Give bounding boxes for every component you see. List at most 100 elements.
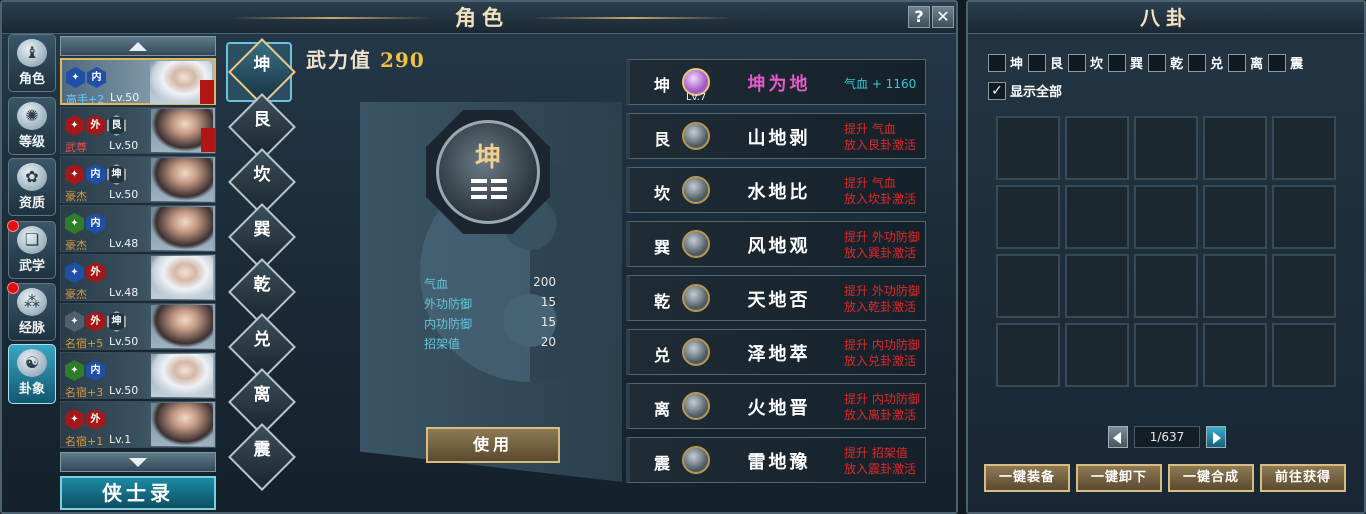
hero-card[interactable]: ✦ 内坤豪杰 Lv.50 bbox=[60, 156, 216, 203]
inventory-slot[interactable] bbox=[1272, 254, 1336, 318]
roster-button[interactable]: 侠士录 bbox=[60, 476, 216, 510]
hexagram-row[interactable]: 震 雷地豫 提升 招架值 放入震卦激活 bbox=[626, 437, 926, 483]
hero-badge: ✦ bbox=[65, 311, 84, 332]
hero-badge: ✦ bbox=[65, 360, 84, 381]
nav-tab-1[interactable]: ✺ 等级 bbox=[8, 97, 56, 155]
hero-badge: 内 bbox=[86, 213, 105, 234]
nav-tab-4[interactable]: ⁂ 经脉 bbox=[7, 282, 56, 341]
trigram-tab[interactable]: 震 bbox=[228, 423, 296, 491]
hexagram-trigram: 震 bbox=[654, 454, 671, 473]
roster-scroll-up-button[interactable] bbox=[60, 36, 216, 56]
hexagram-slot-icon[interactable]: Lv.7 bbox=[682, 68, 710, 103]
hero-portrait bbox=[151, 403, 213, 446]
nav-tab-2[interactable]: ✿ 资质 bbox=[8, 158, 56, 216]
filter-checkbox[interactable] bbox=[1268, 53, 1287, 72]
hero-badge: 坤 bbox=[107, 311, 126, 332]
inventory-slot[interactable] bbox=[1272, 116, 1336, 180]
hero-level: Lv.50 bbox=[109, 384, 139, 397]
martial-arts-icon: ❏ bbox=[17, 226, 47, 254]
use-button[interactable]: 使用 bbox=[426, 427, 560, 463]
hexagram-effect: 提升 内功防御 bbox=[844, 338, 920, 352]
inventory-slot[interactable] bbox=[1203, 323, 1267, 387]
hexagram-trigram: 坎 bbox=[654, 184, 671, 203]
inventory-slot[interactable] bbox=[996, 185, 1060, 249]
hero-card[interactable]: ✦ 外艮武尊 Lv.50 bbox=[60, 107, 216, 154]
inventory-slot[interactable] bbox=[1272, 185, 1336, 249]
hero-card[interactable]: ✦ 内高手+2 Lv.50 bbox=[60, 58, 216, 106]
inventory-slot[interactable] bbox=[996, 116, 1060, 180]
inventory-slot[interactable] bbox=[1134, 254, 1198, 318]
hero-card[interactable]: ✦ 外豪杰 Lv.48 bbox=[60, 254, 216, 301]
stat-list: 气血 200 外功防御 15 内功防御 15 招架值 20 bbox=[424, 275, 556, 355]
hexagram-slot-level: Lv.7 bbox=[686, 92, 707, 103]
hexagram-row[interactable]: 离 火地晋 提升 内功防御 放入离卦激活 bbox=[626, 383, 926, 429]
arrow-up-icon bbox=[129, 42, 147, 51]
arrow-right-icon bbox=[1213, 432, 1221, 444]
hexagram-row[interactable]: 兑 泽地萃 提升 内功防御 放入兑卦激活 bbox=[626, 329, 926, 375]
selected-trigram-emblem: 坤 bbox=[436, 120, 540, 224]
hero-level: Lv.50 bbox=[110, 91, 140, 104]
unequip-all-button[interactable]: 一键卸下 bbox=[1076, 464, 1162, 492]
inventory-slot[interactable] bbox=[1272, 323, 1336, 387]
inventory-slot[interactable] bbox=[1065, 254, 1129, 318]
hexagram-row[interactable]: 艮 山地剥 提升 气血 放入艮卦激活 bbox=[626, 113, 926, 159]
inventory-slot[interactable] bbox=[1065, 323, 1129, 387]
filter-checkbox[interactable] bbox=[1148, 53, 1167, 72]
hexagram-slot-icon[interactable] bbox=[682, 446, 710, 474]
hero-card[interactable]: ✦ 外名宿+1 Lv.1 bbox=[60, 401, 216, 448]
nav-tab-label: 等级 bbox=[18, 135, 45, 150]
hexagram-row[interactable]: 坎 水地比 提升 气血 放入坎卦激活 bbox=[626, 167, 926, 213]
hexagram-slot-icon[interactable] bbox=[682, 392, 710, 420]
hexagram-slot-icon[interactable] bbox=[682, 338, 710, 366]
hexagram-slot-icon[interactable] bbox=[682, 122, 710, 150]
hero-rank: 名宿+1 bbox=[65, 435, 104, 448]
prev-page-button[interactable] bbox=[1108, 426, 1128, 448]
filter-checkbox[interactable] bbox=[1228, 53, 1247, 72]
inventory-slot[interactable] bbox=[1134, 185, 1198, 249]
inventory-slot[interactable] bbox=[996, 323, 1060, 387]
roster-scroll-down-button[interactable] bbox=[60, 452, 216, 472]
show-all-toggle[interactable]: ✓ 显示全部 bbox=[988, 80, 1188, 100]
hexagram-slot-icon[interactable] bbox=[682, 284, 710, 312]
inventory-slot[interactable] bbox=[1203, 116, 1267, 180]
hexagram-row[interactable]: 乾 天地否 提升 外功防御 放入乾卦激活 bbox=[626, 275, 926, 321]
hexagram-slot-icon[interactable] bbox=[682, 176, 710, 204]
bagua-inventory-panel: 八卦 坤 艮 坎 巽 乾 兑 离 震 ✓ 显示全部 1/637 一键装备 一键卸下 一键合成 前往获得 bbox=[966, 0, 1366, 514]
equip-all-button[interactable]: 一键装备 bbox=[984, 464, 1070, 492]
close-button[interactable]: ✕ bbox=[932, 6, 954, 28]
obtain-button[interactable]: 前往获得 bbox=[1260, 464, 1346, 492]
filter-checkbox[interactable] bbox=[1068, 53, 1087, 72]
trigram-tab-label: 巽 bbox=[253, 220, 271, 240]
filter-checkbox[interactable] bbox=[1188, 53, 1207, 72]
filter-checkbox[interactable] bbox=[988, 53, 1006, 72]
inventory-slot[interactable] bbox=[1203, 254, 1267, 318]
help-button[interactable]: ? bbox=[908, 6, 930, 28]
nav-tab-5[interactable]: ☯ 卦象 bbox=[8, 344, 56, 404]
nav-tab-3[interactable]: ❏ 武学 bbox=[7, 220, 56, 279]
nav-tab-0[interactable]: ♝ 角色 bbox=[8, 34, 56, 92]
filter-checkbox[interactable] bbox=[1028, 53, 1047, 72]
hexagram-trigram: 离 bbox=[654, 400, 671, 419]
trigram-tab-label: 坎 bbox=[253, 165, 271, 185]
hero-card[interactable]: ✦ 内名宿+3 Lv.50 bbox=[60, 352, 216, 399]
inventory-slot[interactable] bbox=[1134, 116, 1198, 180]
inventory-slot[interactable] bbox=[1134, 323, 1198, 387]
nav-tab-label: 武学 bbox=[18, 259, 45, 274]
stat-row: 外功防御 15 bbox=[424, 295, 556, 315]
merge-all-button[interactable]: 一键合成 bbox=[1168, 464, 1254, 492]
inventory-slot[interactable] bbox=[1065, 116, 1129, 180]
hero-card[interactable]: ✦ 外坤名宿+5 Lv.50 bbox=[60, 303, 216, 350]
hexagram-row[interactable]: 坤 Lv.7 坤为地 气血 + 1160 bbox=[626, 59, 926, 105]
hexagram-slot-icon[interactable] bbox=[682, 230, 710, 258]
hero-card[interactable]: ✦ 内豪杰 Lv.48 bbox=[60, 205, 216, 252]
show-all-checkbox[interactable]: ✓ bbox=[988, 81, 1006, 100]
inventory-slot[interactable] bbox=[996, 254, 1060, 318]
inventory-slot[interactable] bbox=[1203, 185, 1267, 249]
trigram-tab-label: 坤 bbox=[253, 55, 271, 75]
inventory-slot[interactable] bbox=[1065, 185, 1129, 249]
next-page-button[interactable] bbox=[1206, 426, 1226, 448]
filter-checkbox[interactable] bbox=[1108, 53, 1127, 72]
hexagram-row[interactable]: 巽 风地观 提升 外功防御 放入巽卦激活 bbox=[626, 221, 926, 267]
hero-flag-icon bbox=[200, 80, 214, 104]
hexagram-bonus: 气血 + 1160 bbox=[844, 77, 917, 91]
